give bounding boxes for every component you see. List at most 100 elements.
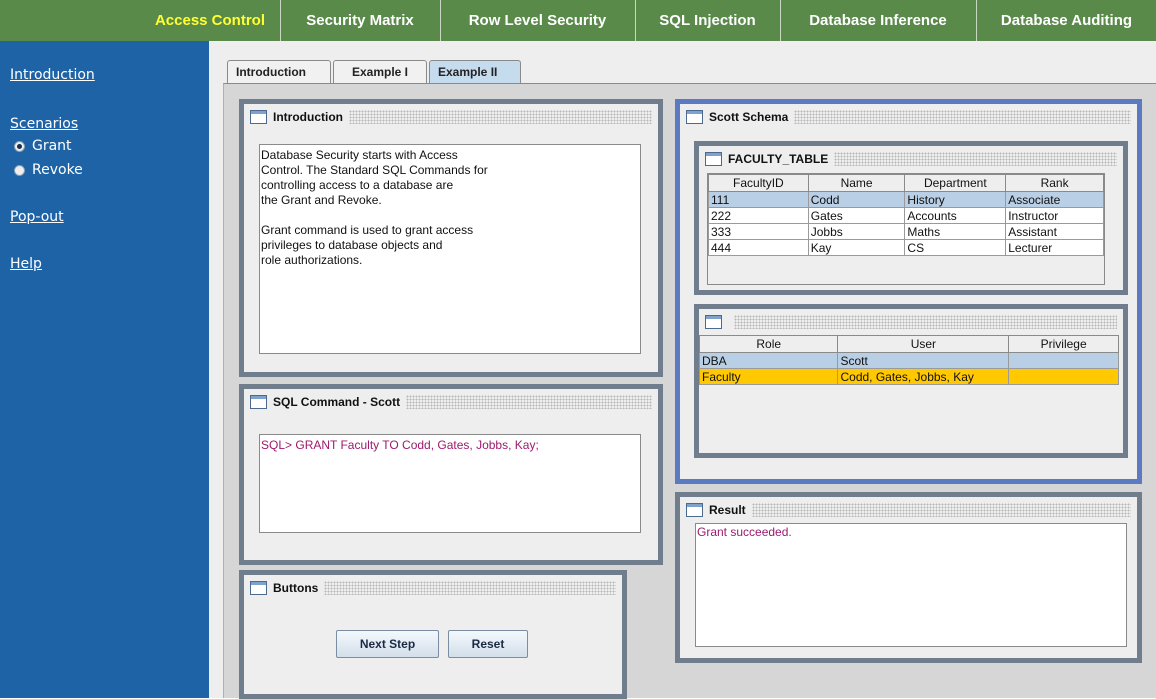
window-icon — [250, 581, 267, 595]
column-header[interactable]: Name — [807, 174, 906, 192]
column-header[interactable]: Department — [904, 174, 1007, 192]
window-icon — [686, 110, 703, 124]
table-header-row: FacultyID Name Department Rank — [708, 174, 1104, 192]
introduction-text: Database Security starts with Access Con… — [259, 144, 641, 354]
title-grip — [794, 110, 1131, 124]
window-icon — [705, 315, 722, 329]
radio-grant-label: Grant — [32, 138, 72, 154]
column-header[interactable]: FacultyID — [708, 174, 809, 192]
radio-unselected-icon — [14, 164, 25, 176]
frame-title: Scott Schema — [709, 110, 789, 124]
result-text: Grant succeeded. — [695, 523, 1127, 647]
main-area: Introduction Example I Example II Introd… — [209, 41, 1156, 699]
table-cell: DBA — [698, 352, 839, 369]
frame-title: SQL Command - Scott — [273, 395, 401, 409]
table-cell: 333 — [708, 223, 809, 240]
frame-title: Introduction — [273, 110, 343, 124]
table-cell: 222 — [708, 207, 809, 224]
window-icon — [686, 503, 703, 517]
frame-title-bar[interactable]: Introduction — [244, 104, 658, 130]
table-cell: Lecturer — [1005, 239, 1104, 256]
table-cell: Assistant — [1005, 223, 1104, 240]
role-table: Role User Privilege DBA Scott Faculty Co… — [698, 335, 1119, 385]
buttons-frame: Buttons Next Step Reset — [239, 570, 627, 699]
frame-title-bar[interactable]: Buttons — [244, 575, 622, 601]
table-row[interactable]: DBA Scott — [698, 352, 1119, 369]
radio-selected-icon — [14, 140, 25, 152]
table-cell: Gates — [807, 207, 906, 224]
tab-content: Introduction Database Security starts wi… — [223, 83, 1156, 699]
frame-title-bar[interactable] — [699, 309, 1123, 335]
table-row[interactable]: 444 Kay CS Lecturer — [708, 239, 1104, 256]
sidebar-link-popout[interactable]: Pop-out — [10, 209, 64, 225]
table-cell: CS — [904, 239, 1007, 256]
radio-revoke-label: Revoke — [32, 162, 83, 178]
column-header[interactable]: User — [837, 335, 1010, 353]
result-frame: Result Grant succeeded. — [675, 492, 1142, 663]
title-grip — [324, 581, 616, 595]
frame-title-bar[interactable]: SQL Command - Scott — [244, 389, 658, 415]
table-cell: 444 — [708, 239, 809, 256]
role-table-scroll: Role User Privilege DBA Scott Faculty Co… — [698, 335, 1123, 453]
tab-introduction[interactable]: Introduction — [227, 60, 331, 84]
top-nav: Access Control Security Matrix Row Level… — [0, 0, 1156, 41]
table-header-row: Role User Privilege — [698, 335, 1119, 353]
column-header[interactable]: Role — [698, 335, 839, 353]
title-grip — [406, 395, 652, 409]
window-icon — [250, 110, 267, 124]
nav-database-auditing[interactable]: Database Auditing — [977, 0, 1156, 41]
sidebar-link-help[interactable]: Help — [10, 256, 42, 272]
sidebar: Introduction Scenarios Grant Revoke Pop-… — [0, 41, 209, 698]
table-row[interactable]: 111 Codd History Associate — [708, 191, 1104, 208]
tab-example-2[interactable]: Example II — [429, 60, 521, 84]
title-grip — [348, 110, 652, 124]
table-cell: Codd — [807, 191, 906, 208]
table-cell — [1008, 368, 1119, 385]
introduction-frame: Introduction Database Security starts wi… — [239, 99, 663, 377]
sidebar-link-scenarios[interactable]: Scenarios — [10, 116, 78, 132]
frame-title-bar[interactable]: Result — [680, 497, 1137, 523]
nav-sql-injection[interactable]: SQL Injection — [636, 0, 779, 41]
sql-command-input[interactable]: SQL> GRANT Faculty TO Codd, Gates, Jobbs… — [259, 434, 641, 533]
reset-button[interactable]: Reset — [448, 630, 528, 658]
scott-schema-frame: Scott Schema FACULTY_TABLE FacultyID Nam… — [675, 99, 1142, 484]
frame-title: Buttons — [273, 581, 319, 595]
table-cell: Associate — [1005, 191, 1104, 208]
table-cell: Codd, Gates, Jobbs, Kay — [837, 368, 1010, 385]
frame-title-bar[interactable]: FACULTY_TABLE — [699, 146, 1123, 172]
table-cell: Accounts — [904, 207, 1007, 224]
frame-title: Result — [709, 503, 746, 517]
table-row[interactable]: 222 Gates Accounts Instructor — [708, 207, 1104, 224]
title-grip — [751, 503, 1131, 517]
radio-grant[interactable]: Grant — [14, 138, 72, 154]
table-row[interactable]: 333 Jobbs Maths Assistant — [708, 223, 1104, 240]
column-header[interactable]: Rank — [1005, 174, 1104, 192]
faculty-table-frame: FACULTY_TABLE FacultyID Name Department … — [694, 141, 1128, 295]
nav-access-control[interactable]: Access Control — [0, 0, 279, 41]
nav-security-matrix[interactable]: Security Matrix — [281, 0, 439, 41]
frame-title-bar[interactable]: Scott Schema — [680, 104, 1137, 130]
table-cell: Faculty — [698, 368, 839, 385]
title-grip — [734, 315, 1117, 329]
table-row[interactable]: Faculty Codd, Gates, Jobbs, Kay — [698, 368, 1119, 385]
next-step-button[interactable]: Next Step — [336, 630, 439, 658]
role-table-frame: Role User Privilege DBA Scott Faculty Co… — [694, 304, 1128, 458]
tab-example-1[interactable]: Example I — [333, 60, 427, 84]
nav-database-inference[interactable]: Database Inference — [781, 0, 975, 41]
faculty-table-scroll: FacultyID Name Department Rank 111 Codd … — [707, 173, 1105, 285]
table-cell: 111 — [708, 191, 809, 208]
table-cell: Maths — [904, 223, 1007, 240]
sql-command-frame: SQL Command - Scott SQL> GRANT Faculty T… — [239, 384, 663, 565]
column-header[interactable]: Privilege — [1008, 335, 1119, 353]
sidebar-link-introduction[interactable]: Introduction — [10, 67, 95, 83]
table-cell: Instructor — [1005, 207, 1104, 224]
radio-revoke[interactable]: Revoke — [14, 162, 83, 178]
table-cell: Jobbs — [807, 223, 906, 240]
window-icon — [250, 395, 267, 409]
faculty-table: FacultyID Name Department Rank 111 Codd … — [708, 174, 1104, 256]
table-cell: Scott — [837, 352, 1010, 369]
nav-row-level-security[interactable]: Row Level Security — [441, 0, 634, 41]
frame-title: FACULTY_TABLE — [728, 152, 829, 166]
table-cell: Kay — [807, 239, 906, 256]
table-cell: History — [904, 191, 1007, 208]
